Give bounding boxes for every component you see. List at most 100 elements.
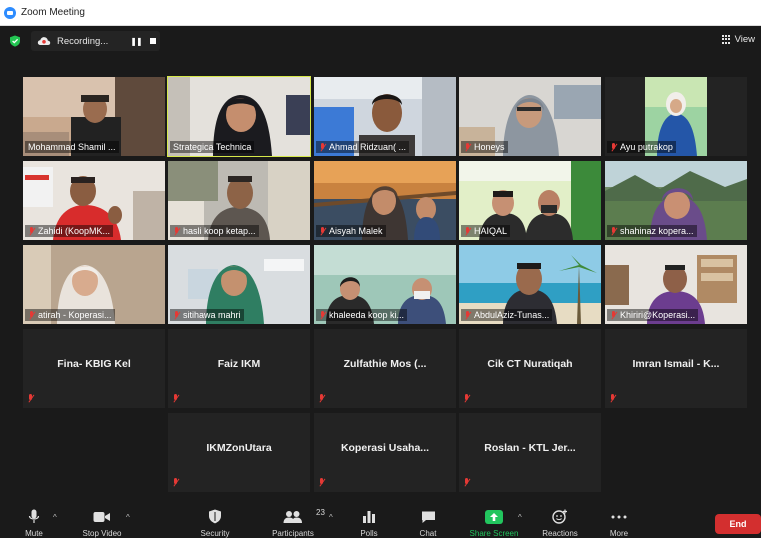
- participant-tile[interactable]: AbdulAziz-Tunas...: [459, 245, 601, 324]
- participant-tile[interactable]: Khiriri@Koperasi...: [605, 245, 747, 324]
- title-bar: Zoom Meeting: [0, 0, 761, 26]
- share-options-chevron-icon[interactable]: ^: [518, 513, 522, 522]
- participant-tile[interactable]: hasli koop ketap...: [168, 161, 310, 240]
- muted-mic-icon: [610, 226, 617, 236]
- muted-mic-icon: [319, 226, 326, 236]
- meeting-toolbar: Mute ^ Stop Video ^ Security 23 Particip…: [0, 505, 761, 538]
- participant-tile[interactable]: khaleeda koop ki...: [314, 245, 456, 324]
- participant-tile-video-off[interactable]: Fina- KBIG Kel: [23, 329, 165, 408]
- more-dots-icon: [611, 515, 627, 518]
- participant-name: hasli koop ketap...: [170, 225, 259, 237]
- end-meeting-button[interactable]: End: [715, 514, 761, 534]
- share-screen-icon: [485, 509, 503, 524]
- muted-mic-icon: [464, 226, 471, 236]
- participant-tile-video-off[interactable]: Imran Ismail - K...: [605, 329, 747, 408]
- more-label: More: [609, 529, 629, 538]
- participant-name: IKMZonUtara: [206, 442, 272, 454]
- participant-tile[interactable]: shahinaz kopera...: [605, 161, 747, 240]
- participant-name: Zulfathie Mos (...: [343, 358, 427, 370]
- zoom-logo-icon: [4, 6, 16, 19]
- participant-name: khaleeda koop ki...: [316, 309, 408, 321]
- participant-name: AbdulAziz-Tunas...: [461, 309, 553, 321]
- muted-mic-icon: [172, 394, 179, 403]
- participant-name: Roslan - KTL Jer...: [484, 442, 576, 454]
- muted-mic-icon: [463, 478, 470, 487]
- participant-tile[interactable]: Ayu putrakop: [605, 77, 747, 156]
- participant-tile[interactable]: atirah - Koperasi...: [23, 245, 165, 324]
- muted-mic-icon: [463, 394, 470, 403]
- grid-icon: [721, 35, 731, 44]
- share-screen-button[interactable]: Share Screen: [466, 505, 522, 538]
- participant-tile-active-speaker[interactable]: Strategica Technica: [167, 76, 311, 157]
- participants-button[interactable]: 23 Participants: [266, 505, 325, 538]
- participant-name: Aisyah Malek: [316, 225, 386, 237]
- cloud-recording-icon: [37, 37, 51, 45]
- muted-mic-icon: [464, 310, 471, 320]
- recording-indicator: Recording... ❚❚: [31, 31, 160, 51]
- participant-tile[interactable]: Aisyah Malek: [314, 161, 456, 240]
- participants-options-chevron-icon[interactable]: ^: [329, 513, 333, 522]
- participant-name: Ayu putrakop: [607, 141, 676, 153]
- muted-mic-icon: [173, 226, 180, 236]
- shield-icon: [209, 509, 221, 524]
- meeting-top-bar: Recording... ❚❚ View: [0, 26, 761, 56]
- stop-video-label: Stop Video: [82, 529, 122, 538]
- stop-video-button[interactable]: Stop Video: [76, 505, 128, 538]
- participant-name: shahinaz kopera...: [607, 225, 697, 237]
- participant-tile[interactable]: Zahidi (KoopMK...: [23, 161, 165, 240]
- muted-mic-icon: [318, 394, 325, 403]
- polls-label: Polls: [360, 529, 378, 538]
- participant-name: Faiz IKM: [217, 358, 261, 370]
- video-options-chevron-icon[interactable]: ^: [126, 513, 130, 522]
- chat-label: Chat: [419, 529, 437, 538]
- security-button[interactable]: Security: [195, 505, 235, 538]
- participant-name: Cik CT Nuratiqah: [487, 358, 573, 370]
- more-button[interactable]: More: [604, 505, 634, 538]
- muted-mic-icon: [28, 310, 35, 320]
- mute-button[interactable]: Mute: [20, 505, 48, 538]
- microphone-icon: [28, 509, 40, 523]
- video-camera-icon: [93, 511, 110, 522]
- view-button[interactable]: View: [721, 34, 755, 45]
- muted-mic-icon: [464, 142, 471, 152]
- participant-tile[interactable]: HAIQAL: [459, 161, 601, 240]
- participant-tile-video-off[interactable]: Koperasi Usaha...: [314, 413, 456, 492]
- participant-tile[interactable]: Honeys: [459, 77, 601, 156]
- view-label: View: [734, 34, 755, 45]
- polls-button[interactable]: Polls: [354, 505, 384, 538]
- pause-recording-icon[interactable]: ❚❚: [127, 31, 145, 51]
- shield-icon[interactable]: [9, 35, 21, 47]
- chat-button[interactable]: Chat: [413, 505, 443, 538]
- participant-name: Imran Ismail - K...: [632, 358, 720, 370]
- chat-bubble-icon: [421, 511, 435, 523]
- participant-name: HAIQAL: [461, 225, 511, 237]
- participant-name: Koperasi Usaha...: [340, 442, 430, 454]
- participant-name: Ahmad Ridzuan( ...: [316, 141, 410, 153]
- muted-mic-icon: [318, 478, 325, 487]
- reactions-button[interactable]: Reactions: [540, 505, 580, 538]
- muted-mic-icon: [27, 394, 34, 403]
- share-screen-label: Share Screen: [469, 529, 519, 538]
- stop-recording-icon[interactable]: [145, 31, 161, 51]
- participant-tile-video-off[interactable]: Roslan - KTL Jer...: [459, 413, 601, 492]
- participant-tile[interactable]: sitihawa mahri: [168, 245, 310, 324]
- participant-name: Strategica Technica: [170, 141, 255, 153]
- participants-label: Participants: [272, 529, 314, 538]
- window-title: Zoom Meeting: [21, 7, 85, 18]
- participant-tile-video-off[interactable]: Cik CT Nuratiqah: [459, 329, 601, 408]
- participant-tile-video-off[interactable]: Zulfathie Mos (...: [314, 329, 456, 408]
- recording-label: Recording...: [57, 35, 109, 47]
- participant-tile[interactable]: Mohammad Shamil ...: [23, 77, 165, 156]
- participant-tile-video-off[interactable]: Faiz IKM: [168, 329, 310, 408]
- security-label: Security: [200, 529, 230, 538]
- zoom-window: Zoom Meeting Recording... ❚❚ View Mohamm…: [0, 0, 761, 538]
- participant-tile-video-off[interactable]: IKMZonUtara: [168, 413, 310, 492]
- muted-mic-icon: [172, 478, 179, 487]
- mute-label: Mute: [25, 529, 43, 538]
- participant-name: Fina- KBIG Kel: [57, 358, 131, 370]
- reactions-label: Reactions: [542, 529, 578, 538]
- people-icon: [283, 510, 302, 523]
- participants-count: 23: [316, 508, 325, 517]
- mute-options-chevron-icon[interactable]: ^: [53, 513, 57, 522]
- participant-tile[interactable]: Ahmad Ridzuan( ...: [314, 77, 456, 156]
